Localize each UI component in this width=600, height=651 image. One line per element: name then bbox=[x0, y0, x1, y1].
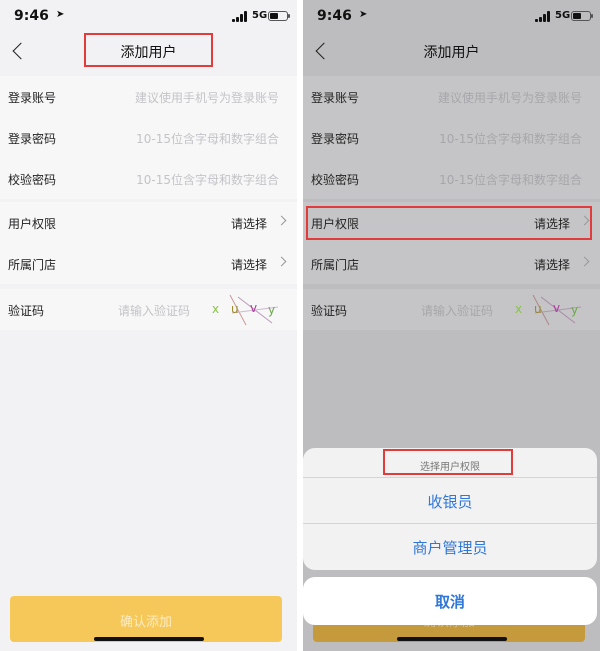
captcha-group: 验证码 请输入验证码 x u v y bbox=[0, 289, 297, 330]
option-label: 收银员 bbox=[427, 493, 473, 511]
field-label: 登录密码 bbox=[311, 132, 360, 146]
field-label: 登录密码 bbox=[8, 132, 57, 146]
location-arrow-icon: ➤ bbox=[359, 9, 368, 20]
captcha-input[interactable]: 请输入验证码 bbox=[421, 302, 493, 319]
captcha-char: y bbox=[268, 303, 276, 317]
login-password-row[interactable]: 登录密码 10-15位含字母和数字组合 bbox=[303, 117, 600, 158]
captcha-char: v bbox=[553, 301, 561, 315]
status-time: 9:46 bbox=[14, 8, 49, 24]
verify-password-row[interactable]: 校验密码 10-15位含字母和数字组合 bbox=[0, 158, 297, 199]
verify-password-input[interactable]: 10-15位含字母和数字组合 bbox=[439, 171, 582, 188]
verify-password-row[interactable]: 校验密码 10-15位含字母和数字组合 bbox=[303, 158, 600, 199]
action-sheet-title: 选择用户权限 bbox=[303, 448, 597, 478]
captcha-char: x bbox=[515, 302, 523, 316]
home-indicator bbox=[94, 637, 204, 641]
store-value: 请选择 bbox=[533, 258, 570, 272]
field-label: 所属门店 bbox=[8, 258, 57, 272]
confirm-add-button[interactable]: 确认添加 bbox=[10, 596, 282, 642]
select-fields-group: 用户权限 请选择 所属门店 请选择 bbox=[303, 202, 600, 284]
captcha-image[interactable]: x u v y bbox=[210, 293, 284, 327]
action-sheet: 选择用户权限 收银员 商户管理员 bbox=[303, 448, 597, 570]
battery-icon bbox=[268, 11, 290, 21]
field-label: 验证码 bbox=[8, 304, 45, 318]
cancel-button[interactable]: 取消 bbox=[303, 577, 597, 625]
signal-icon bbox=[232, 11, 248, 22]
sheet-title-highlight-box bbox=[383, 449, 513, 475]
title-highlight-box bbox=[84, 33, 213, 67]
login-password-input[interactable]: 10-15位含字母和数字组合 bbox=[439, 130, 582, 147]
user-permission-row[interactable]: 用户权限 请选择 bbox=[0, 202, 297, 243]
chevron-right-icon bbox=[276, 215, 287, 226]
option-label: 商户管理员 bbox=[412, 539, 488, 557]
field-label: 验证码 bbox=[311, 304, 348, 318]
option-cashier[interactable]: 收银员 bbox=[303, 478, 597, 524]
battery-icon bbox=[571, 11, 593, 21]
field-label: 登录账号 bbox=[8, 91, 57, 105]
field-label: 所属门店 bbox=[311, 258, 360, 272]
nav-bar: 添加用户 bbox=[303, 34, 600, 68]
login-account-input[interactable]: 建议使用手机号为登录账号 bbox=[438, 89, 582, 106]
field-label: 登录账号 bbox=[311, 91, 360, 105]
captcha-char: y bbox=[571, 303, 579, 317]
login-account-row[interactable]: 登录账号 建议使用手机号为登录账号 bbox=[0, 76, 297, 117]
captcha-char: x bbox=[212, 302, 220, 316]
captcha-group: 验证码 请输入验证码 x u v y bbox=[303, 289, 600, 330]
store-row[interactable]: 所属门店 请选择 bbox=[0, 243, 297, 284]
field-label: 校验密码 bbox=[8, 173, 57, 187]
captcha-char: u bbox=[231, 302, 239, 316]
select-fields-group: 用户权限 请选择 所属门店 请选择 bbox=[0, 202, 297, 284]
home-indicator bbox=[397, 637, 507, 641]
left-screen: 9:46 ➤ 5G 添加用户 登录账号 建议使用手机号为登录账号 登录密码 10… bbox=[0, 0, 297, 651]
signal-icon bbox=[535, 11, 551, 22]
captcha-row[interactable]: 验证码 请输入验证码 x u v y bbox=[0, 289, 297, 330]
login-account-row[interactable]: 登录账号 建议使用手机号为登录账号 bbox=[303, 76, 600, 117]
status-bar: 9:46 ➤ 5G bbox=[303, 0, 600, 34]
store-value: 请选择 bbox=[230, 258, 267, 272]
captcha-input[interactable]: 请输入验证码 bbox=[118, 302, 190, 319]
confirm-add-label: 确认添加 bbox=[119, 615, 172, 630]
account-fields-group: 登录账号 建议使用手机号为登录账号 登录密码 10-15位含字母和数字组合 校验… bbox=[0, 76, 297, 199]
chevron-right-icon bbox=[276, 256, 287, 267]
login-password-row[interactable]: 登录密码 10-15位含字母和数字组合 bbox=[0, 117, 297, 158]
network-type: 5G bbox=[252, 10, 268, 21]
captcha-row[interactable]: 验证码 请输入验证码 x u v y bbox=[303, 289, 600, 330]
cancel-label: 取消 bbox=[434, 593, 465, 611]
user-permission-value: 请选择 bbox=[230, 217, 267, 231]
chevron-right-icon bbox=[579, 256, 590, 267]
store-row[interactable]: 所属门店 请选择 bbox=[303, 243, 600, 284]
page-title: 添加用户 bbox=[423, 45, 480, 61]
verify-password-input[interactable]: 10-15位含字母和数字组合 bbox=[136, 171, 279, 188]
user-permission-row[interactable]: 用户权限 请选择 bbox=[303, 202, 600, 243]
login-account-input[interactable]: 建议使用手机号为登录账号 bbox=[135, 89, 279, 106]
captcha-char: u bbox=[534, 302, 542, 316]
status-time: 9:46 bbox=[317, 8, 352, 24]
account-fields-group: 登录账号 建议使用手机号为登录账号 登录密码 10-15位含字母和数字组合 校验… bbox=[303, 76, 600, 199]
location-arrow-icon: ➤ bbox=[56, 9, 65, 20]
captcha-image[interactable]: x u v y bbox=[513, 293, 587, 327]
field-label: 校验密码 bbox=[311, 173, 360, 187]
permission-highlight-box bbox=[306, 206, 592, 240]
status-bar: 9:46 ➤ 5G bbox=[0, 0, 297, 34]
field-label: 用户权限 bbox=[8, 217, 57, 231]
captcha-char: v bbox=[250, 301, 258, 315]
network-type: 5G bbox=[555, 10, 571, 21]
login-password-input[interactable]: 10-15位含字母和数字组合 bbox=[136, 130, 279, 147]
nav-bar: 添加用户 bbox=[0, 33, 297, 68]
option-merchant-admin[interactable]: 商户管理员 bbox=[303, 524, 597, 570]
